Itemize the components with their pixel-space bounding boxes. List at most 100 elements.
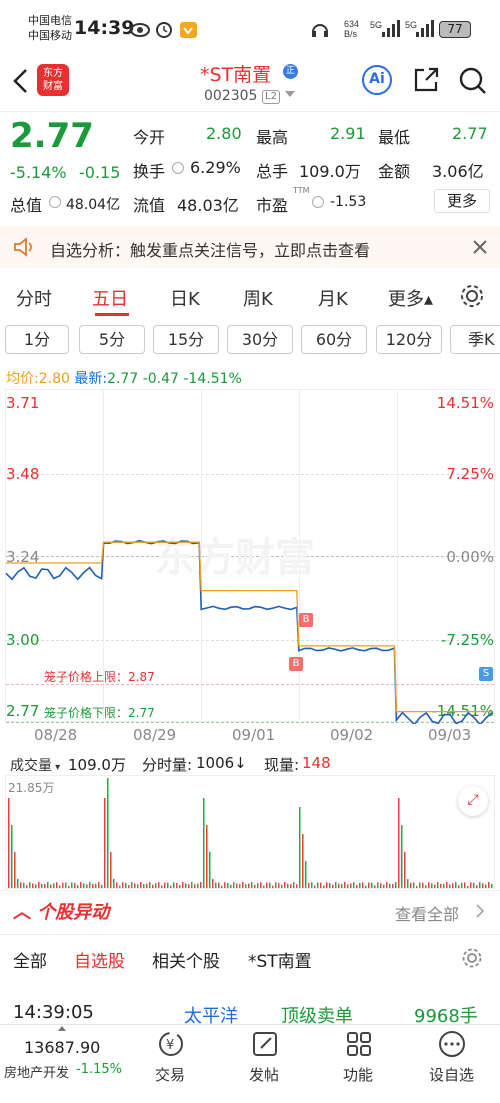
volume-bar	[311, 882, 313, 888]
sell-marker[interactable]: S	[479, 667, 493, 681]
tab-fenshi[interactable]: 分时	[16, 285, 52, 311]
volume-bar	[269, 882, 271, 888]
mcap-label: 总值	[10, 196, 43, 215]
volume-label: 成交量	[10, 758, 52, 774]
expand-icon[interactable]: ⤢	[458, 786, 488, 816]
view-all-link[interactable]: 查看全部	[395, 901, 459, 925]
period-quarter[interactable]: 季K	[450, 325, 500, 354]
close-icon[interactable]	[471, 238, 489, 256]
volume-bar	[95, 883, 97, 888]
volume-bar	[392, 883, 394, 888]
volume-bar	[212, 879, 214, 888]
volume-bar	[356, 885, 358, 888]
svg-text:634: 634	[344, 19, 359, 29]
volume-bar	[8, 798, 10, 888]
volume-bar	[314, 885, 316, 888]
chevron-down-icon[interactable]	[285, 91, 295, 97]
volume-bar	[488, 882, 490, 888]
volume-bar	[293, 882, 295, 888]
volume-bar	[245, 884, 247, 888]
x-tick: 09/03	[428, 726, 472, 744]
volume-bar	[473, 882, 475, 888]
search-icon[interactable]	[458, 66, 488, 96]
info-icon[interactable]	[49, 196, 61, 208]
settings-icon[interactable]	[459, 283, 485, 309]
period-15min[interactable]: 15分	[153, 325, 219, 354]
buy-marker[interactable]: B	[299, 613, 313, 627]
info-icon[interactable]	[312, 196, 324, 208]
volume-bar	[74, 882, 76, 888]
trade-icon[interactable]: ¥	[157, 1030, 185, 1058]
volume-bar	[404, 852, 406, 888]
tab-zhouk[interactable]: 周K	[243, 285, 273, 311]
volume-bar	[317, 882, 319, 888]
volume-bar	[98, 882, 100, 888]
period-30min[interactable]: 30分	[227, 325, 293, 354]
volume-bar	[302, 834, 304, 888]
volume-bar	[146, 883, 148, 888]
tab-wuri[interactable]: 五日	[92, 285, 128, 311]
chevron-right-icon[interactable]	[474, 903, 486, 919]
volume-bar	[167, 882, 169, 888]
nav-trade[interactable]: 交易	[155, 1064, 185, 1085]
buy-marker[interactable]: B	[289, 657, 303, 671]
movers-tab-watchlist[interactable]: 自选股	[74, 947, 125, 972]
low-label: 最低	[378, 128, 411, 147]
period-1min[interactable]: 1分	[5, 325, 69, 354]
movers-tab-related[interactable]: 相关个股	[152, 947, 220, 972]
speaker-icon	[14, 237, 32, 257]
nav-function[interactable]: 功能	[343, 1064, 373, 1085]
volume-bar	[365, 885, 367, 888]
share-icon[interactable]	[412, 66, 440, 94]
volume-bar	[62, 882, 64, 888]
period-120min[interactable]: 120分	[376, 325, 442, 354]
volume-bar	[281, 884, 283, 888]
volume-bar	[170, 885, 172, 888]
tab-more[interactable]: 更多▴	[388, 285, 433, 311]
volume-bar	[296, 884, 298, 888]
volume-bar	[416, 885, 418, 888]
post-icon[interactable]	[251, 1030, 279, 1058]
volume-bar	[152, 884, 154, 888]
volume-selector[interactable]: 成交量 ▾	[10, 755, 60, 775]
period-5min[interactable]: 5分	[79, 325, 145, 354]
volume-bar	[449, 884, 451, 888]
index-value[interactable]: 13687.90	[24, 1038, 100, 1057]
volume-bar	[254, 884, 256, 888]
open-value: 2.80	[206, 124, 242, 143]
gear-icon[interactable]	[461, 947, 483, 969]
volume-bar	[218, 882, 220, 888]
carrier-1: 中国电信	[28, 14, 72, 27]
more-button[interactable]: 更多	[434, 189, 490, 213]
tab-yuek[interactable]: 月K	[318, 285, 348, 311]
volume-bar	[140, 882, 142, 888]
volume-bar	[398, 798, 400, 888]
ai-button[interactable]: Ai	[362, 65, 392, 95]
function-icon[interactable]	[345, 1030, 373, 1058]
volume-bar	[158, 882, 160, 888]
volume-bar	[161, 885, 163, 888]
volume-bar	[407, 879, 409, 888]
notice-text[interactable]: 自选分析：触发重点关注信号，立即点击查看	[50, 237, 370, 261]
volume-bar	[26, 885, 28, 888]
info-icon[interactable]	[172, 162, 184, 174]
volume-bar	[230, 884, 232, 888]
more-dots-icon[interactable]	[438, 1030, 466, 1058]
nav-add-watch[interactable]: 设自选	[429, 1064, 474, 1085]
movers-tab-all[interactable]: 全部	[13, 947, 47, 972]
back-icon[interactable]	[10, 68, 32, 94]
volume-bar	[32, 883, 34, 888]
nav-post[interactable]: 发帖	[249, 1064, 279, 1085]
period-60min[interactable]: 60分	[301, 325, 367, 354]
app-logo[interactable]: 东方 财富	[37, 64, 69, 96]
volume-bar	[380, 883, 382, 888]
sector-name[interactable]: 房地产开发	[4, 1062, 69, 1081]
volume-bar	[359, 882, 361, 888]
chg-value: -0.47	[142, 371, 179, 387]
volume-bar	[350, 883, 352, 888]
movers-tab-stock[interactable]: *ST南置	[248, 947, 312, 972]
tab-rik[interactable]: 日K	[170, 285, 200, 311]
volume-bar	[134, 883, 136, 888]
volume-bar	[20, 882, 22, 888]
volume-bar	[206, 825, 208, 888]
